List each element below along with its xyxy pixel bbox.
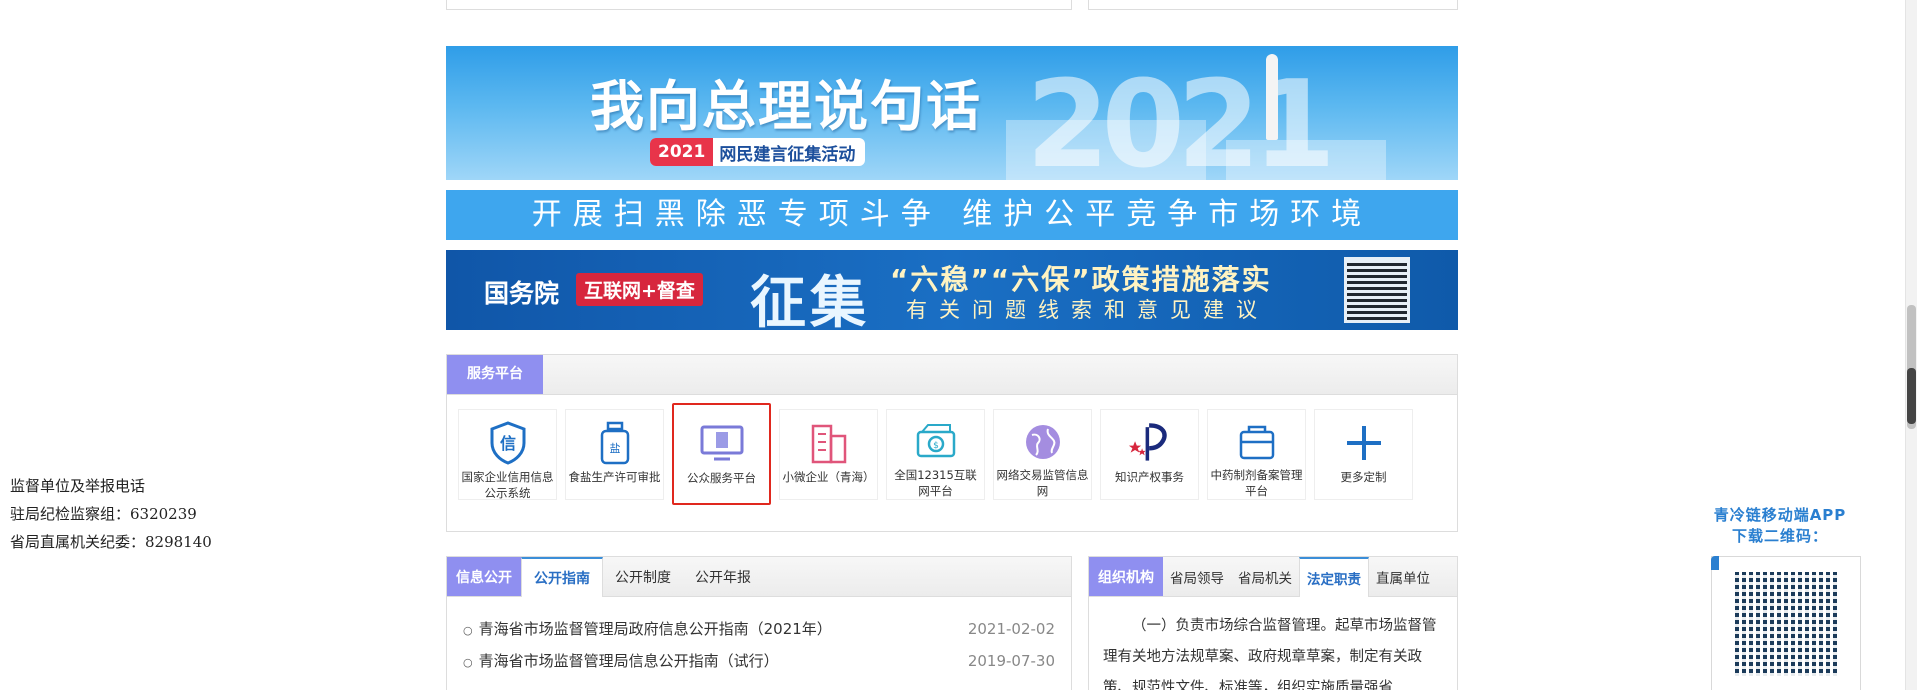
app-download-float: 青冷链移动端APP 下载二维码： bbox=[1705, 504, 1861, 690]
page-scrollbar[interactable] bbox=[1905, 0, 1917, 690]
service-item-public-service[interactable]: 公众服务平台 bbox=[672, 403, 771, 505]
svg-text:信: 信 bbox=[499, 434, 515, 453]
service-items: 信 国家企业信用信息公示系统 盐 食盐生产许可审批 公众服务平台 小微企业（青海… bbox=[458, 403, 1413, 505]
service-item-label: 全国12315互联网平台 bbox=[894, 468, 977, 498]
monitor-document-icon bbox=[700, 422, 744, 466]
banner3-internet-badge: 互联网+督查 bbox=[576, 273, 703, 306]
service-item-salt[interactable]: 盐 食盐生产许可审批 bbox=[565, 409, 664, 500]
tab-disclosure-guide[interactable]: 公开指南 bbox=[521, 557, 603, 597]
banner-subtitle-text: 网民建言征集活动 bbox=[719, 144, 856, 165]
city-skyline-graphic bbox=[1006, 120, 1206, 180]
list-item-title[interactable]: 青海省市场监督管理局信息公开指南（试行） bbox=[463, 645, 779, 677]
service-item-small-business[interactable]: 小微企业（青海） bbox=[779, 409, 878, 500]
service-item-credit[interactable]: 信 国家企业信用信息公示系统 bbox=[458, 409, 557, 500]
tab-bureau-departments[interactable]: 省局机关 bbox=[1231, 557, 1299, 596]
app-download-title: 青冷链移动端APP bbox=[1713, 506, 1847, 524]
tab-annual-report[interactable]: 公开年报 bbox=[683, 557, 763, 596]
credit-shield-icon: 信 bbox=[486, 421, 530, 465]
banner-year-badge: 2021 bbox=[650, 138, 714, 166]
banner3-headline: “六稳”“六保”政策措施落实 bbox=[890, 263, 1272, 296]
service-item-label: 知识产权事务 bbox=[1115, 470, 1184, 484]
list-item-date: 2019-07-30 bbox=[967, 652, 1055, 670]
service-item-label: 国家企业信用信息公示系统 bbox=[461, 470, 554, 500]
list-item[interactable]: 青海省市场监督管理局政府信息公开指南（2021年） 2021-02-02 bbox=[463, 613, 1055, 645]
service-item-label: 网络交易监管信息网 bbox=[996, 468, 1089, 498]
ip-logo-icon bbox=[1128, 421, 1172, 465]
supervision-title: 监督单位及举报电话 bbox=[10, 477, 146, 495]
money-bill-icon: $ bbox=[914, 421, 958, 463]
salt-jar-icon: 盐 bbox=[593, 421, 637, 465]
organization-panel: 组织机构 省局领导 省局机关 法定职责 直属单位 （一）负责市场综合监督管理。起… bbox=[1088, 556, 1458, 690]
service-platform-tab[interactable]: 服务平台 bbox=[447, 355, 543, 394]
app-qr-code bbox=[1735, 572, 1839, 676]
service-item-label: 小微企业（青海） bbox=[782, 470, 875, 484]
service-item-ip[interactable]: 知识产权事务 bbox=[1100, 409, 1199, 500]
info-disclosure-panel: 信息公开 公开指南 公开制度 公开年报 青海省市场监督管理局政府信息公开指南（2… bbox=[446, 556, 1072, 690]
list-item-date: 2021-02-02 bbox=[967, 620, 1055, 638]
tab-disclosure-system[interactable]: 公开制度 bbox=[603, 557, 683, 596]
service-item-label: 食盐生产许可审批 bbox=[568, 470, 661, 484]
supervision-contact: 监督单位及举报电话 驻局纪检监察组：6320239 省局直属机关纪委：82981… bbox=[10, 472, 212, 556]
tab-affiliated-units[interactable]: 直属单位 bbox=[1369, 557, 1437, 596]
rocket-graphic bbox=[1266, 54, 1278, 140]
service-item-tcm-filing[interactable]: 中药制剂备案管理平台 bbox=[1207, 409, 1306, 500]
info-lead-tab[interactable]: 信息公开 bbox=[447, 557, 521, 596]
banner3-qr-code bbox=[1344, 257, 1410, 323]
info-list: 青海省市场监督管理局政府信息公开指南（2021年） 2021-02-02 青海省… bbox=[447, 597, 1071, 677]
list-item[interactable]: 青海省市场监督管理局信息公开指南（试行） 2019-07-30 bbox=[463, 645, 1055, 677]
app-download-subtitle: 下载二维码： bbox=[1731, 527, 1828, 545]
service-item-12315[interactable]: $ 全国12315互联网平台 bbox=[886, 409, 985, 500]
service-platform-header: 服务平台 bbox=[447, 355, 1457, 395]
tab-bureau-leaders[interactable]: 省局领导 bbox=[1163, 557, 1231, 596]
banner3-collect: 征集 bbox=[750, 270, 870, 330]
service-item-online-trade[interactable]: 网络交易监管信息网 bbox=[993, 409, 1092, 500]
scrollbar-marker bbox=[1907, 368, 1916, 424]
service-platform-panel: 服务平台 信 国家企业信用信息公示系统 盐 食盐生产许可审批 公众服务平台 小微… bbox=[446, 354, 1458, 532]
info-tabbar: 信息公开 公开指南 公开制度 公开年报 bbox=[447, 557, 1071, 597]
banner3-state-council: 国务院 bbox=[484, 279, 560, 308]
supervision-phone-1: 驻局纪检监察组：6320239 bbox=[10, 505, 197, 523]
banner-premier-suggestion[interactable]: 2021 我向总理说句话 2021 网民建言征集活动 bbox=[446, 46, 1458, 180]
building-icon bbox=[807, 421, 851, 465]
banner-state-council-supervision[interactable]: 国务院 互联网+督查 征集 “六稳”“六保”政策措施落实 有关问题线索和意见建议 bbox=[446, 250, 1458, 330]
org-lead-tab[interactable]: 组织机构 bbox=[1089, 557, 1163, 596]
banner-anti-crime[interactable]: 开展扫黑除恶专项斗争 维护公平竞争市场环境 bbox=[446, 190, 1458, 240]
supervision-phone-2: 省局直属机关纪委：8298140 bbox=[10, 533, 212, 551]
globe-icon bbox=[1021, 421, 1065, 463]
service-item-label: 中药制剂备案管理平台 bbox=[1210, 468, 1303, 498]
ship-graphic bbox=[1226, 140, 1386, 180]
service-item-label: 公众服务平台 bbox=[687, 471, 756, 485]
top-panel-left bbox=[446, 0, 1072, 10]
svg-text:$: $ bbox=[933, 441, 939, 451]
org-tabbar: 组织机构 省局领导 省局机关 法定职责 直属单位 bbox=[1089, 557, 1457, 597]
banner-subtitle: 2021 网民建言征集活动 bbox=[650, 138, 866, 166]
list-item-title[interactable]: 青海省市场监督管理局政府信息公开指南（2021年） bbox=[463, 613, 832, 645]
folder-icon bbox=[1235, 421, 1279, 463]
service-item-label: 更多定制 bbox=[1340, 470, 1387, 484]
statutory-duties-text: （一）负责市场综合监督管理。起草市场监督管理有关地方法规草案、政府规章草案，制定… bbox=[1103, 618, 1437, 690]
plus-icon bbox=[1342, 421, 1386, 465]
service-item-more[interactable]: 更多定制 bbox=[1314, 409, 1413, 500]
top-panel-right bbox=[1088, 0, 1458, 10]
banner3-subline: 有关问题线索和意见建议 bbox=[906, 298, 1269, 322]
tab-statutory-duties[interactable]: 法定职责 bbox=[1299, 557, 1369, 597]
banner-title: 我向总理说句话 bbox=[590, 74, 982, 138]
app-qr-corner-mark bbox=[1711, 556, 1719, 570]
svg-text:盐: 盐 bbox=[609, 442, 620, 455]
